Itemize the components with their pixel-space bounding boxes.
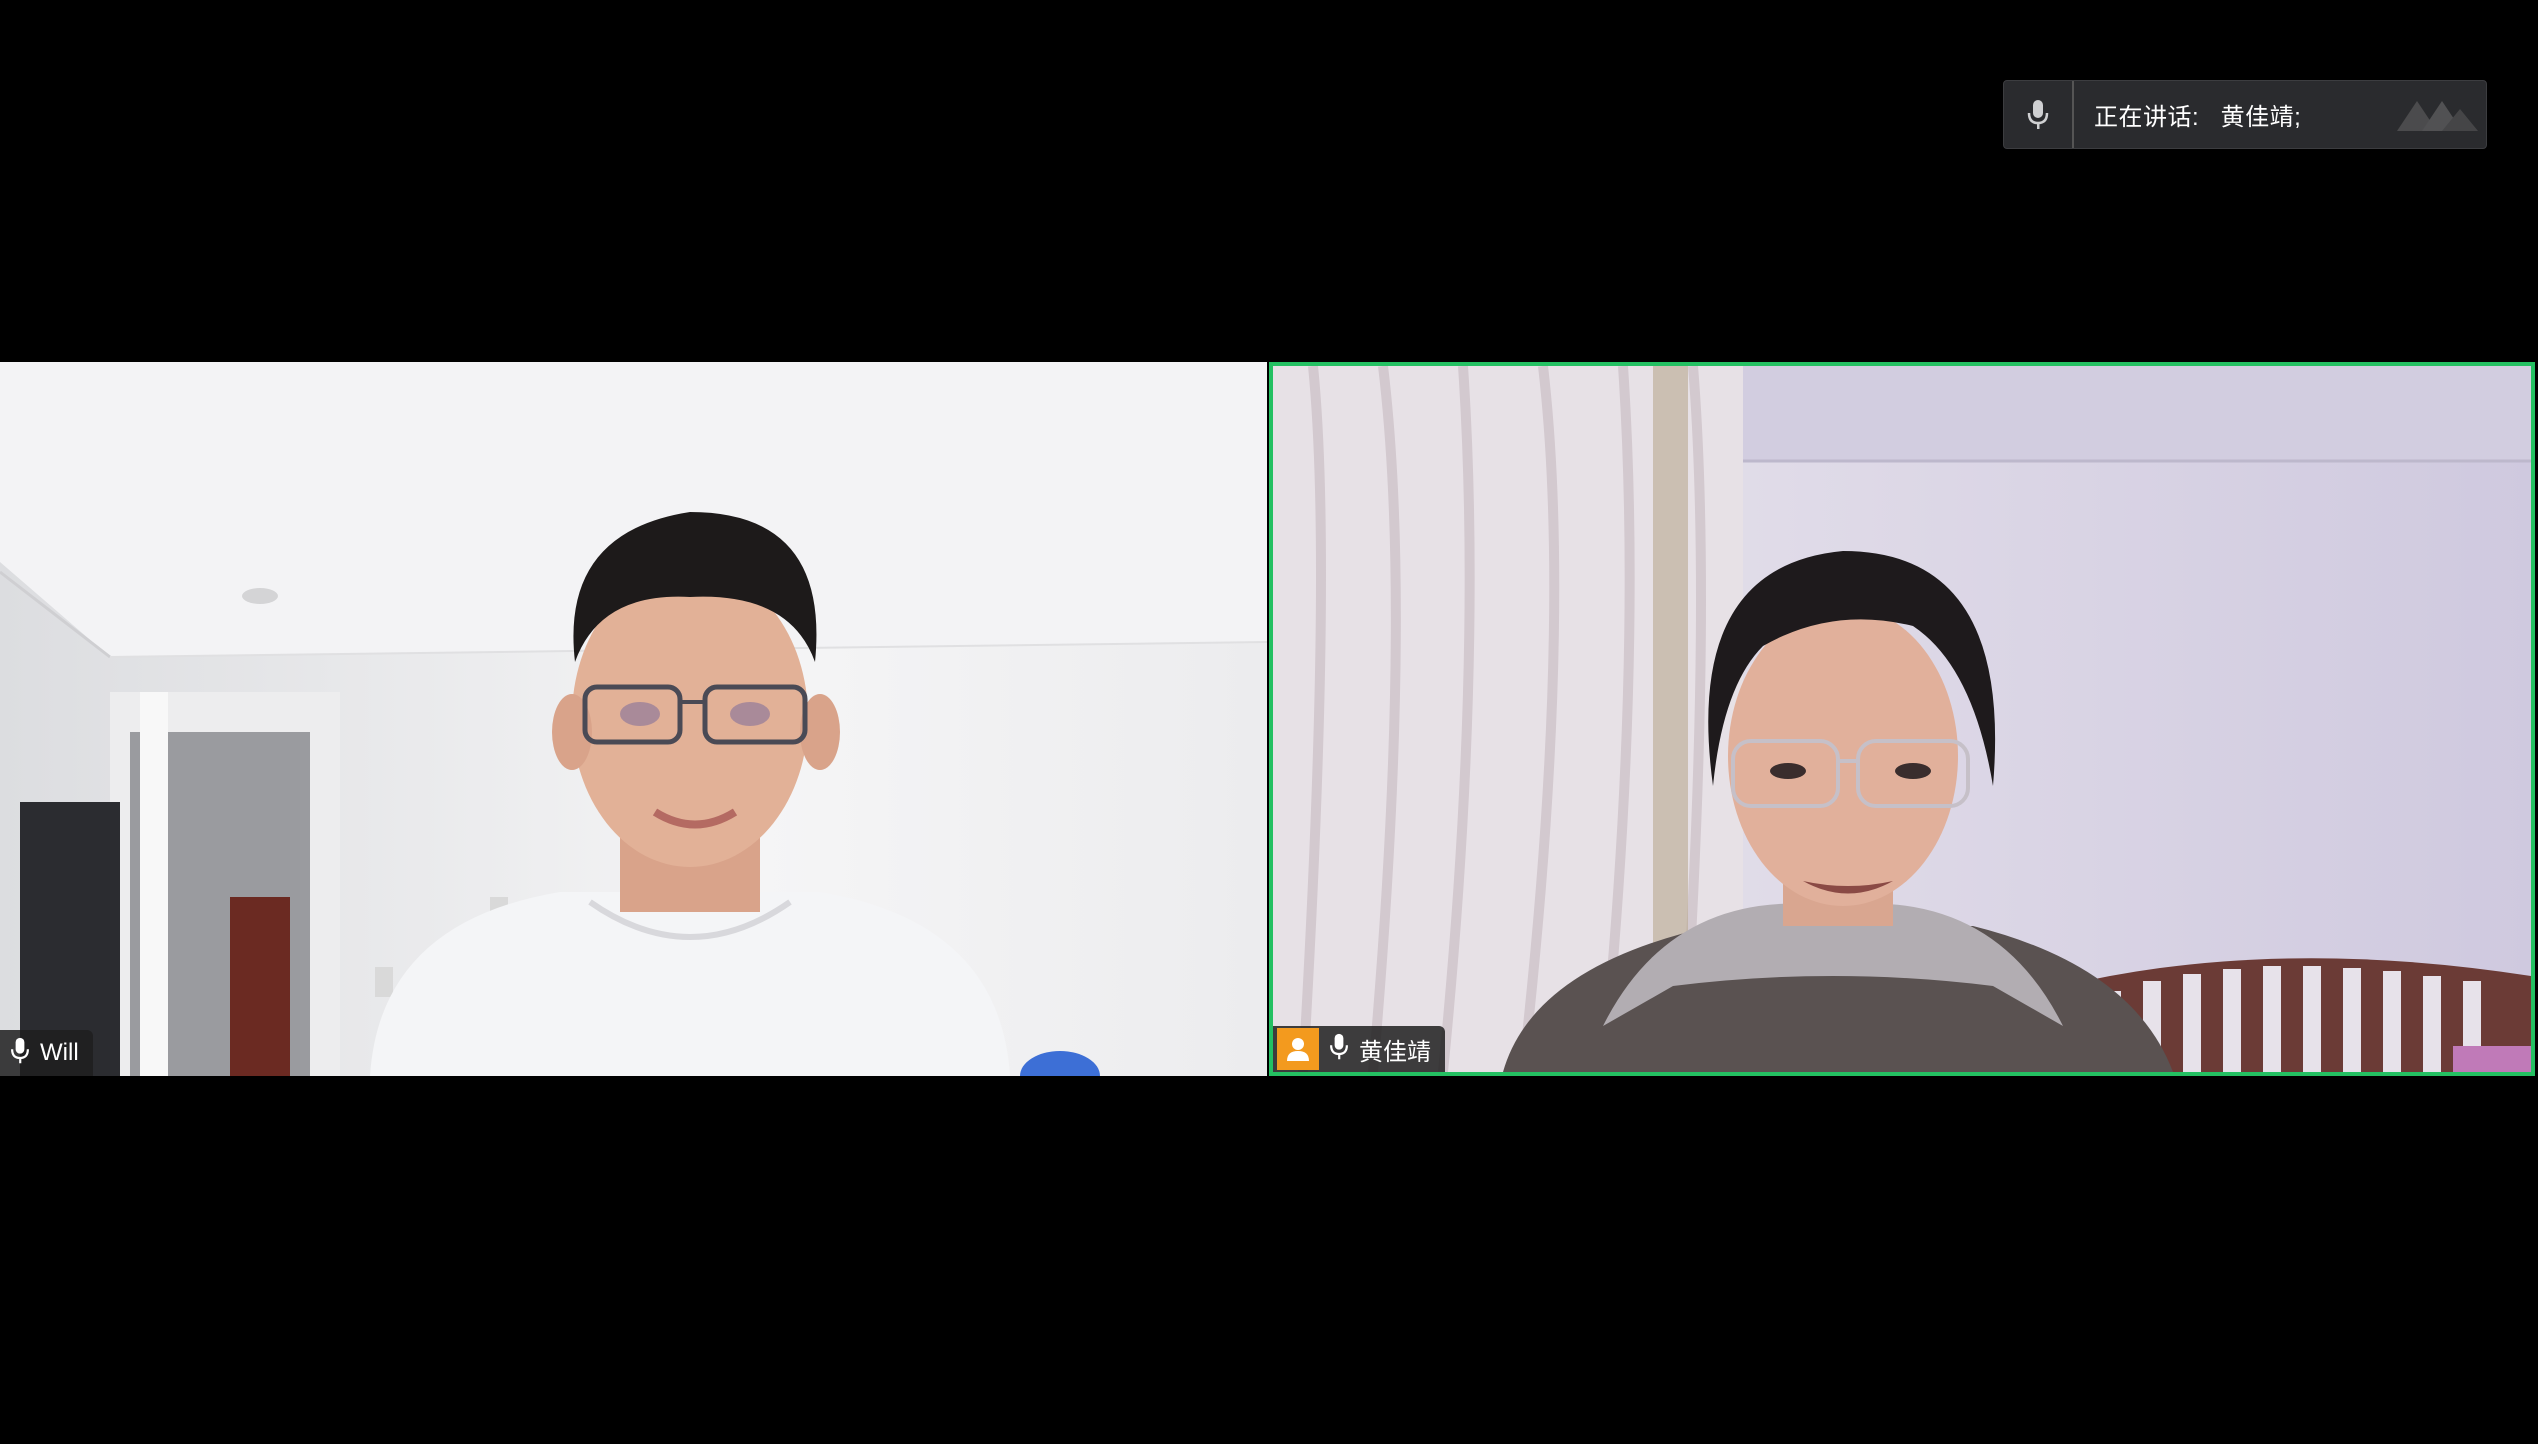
speaking-label: 正在讲话: 黄佳靖; (2094, 104, 2302, 131)
participant-nametag: 黄佳靖 (1273, 1026, 1445, 1072)
video-tile-active-speaker[interactable]: 黄佳靖 (1269, 362, 2535, 1076)
participant-name: 黄佳靖 (1359, 1038, 1431, 1066)
active-speaker-indicator: 正在讲话: 黄佳靖; (2003, 80, 2487, 149)
user-avatar-icon (1277, 1028, 1319, 1070)
app-logo-watermark (2392, 91, 2482, 141)
microphone-icon[interactable] (10, 1037, 30, 1070)
microphone-icon[interactable] (1329, 1033, 1349, 1066)
video-feed (0, 362, 1267, 1076)
participant-nametag: Will (0, 1030, 93, 1076)
video-feed (1273, 366, 2531, 1072)
participant-name: Will (40, 1039, 79, 1066)
meeting-window: 正在讲话: 黄佳靖; Will 黄佳靖 (0, 0, 2538, 1444)
video-tile-will[interactable]: Will (0, 362, 1267, 1076)
microphone-icon (2004, 81, 2074, 148)
